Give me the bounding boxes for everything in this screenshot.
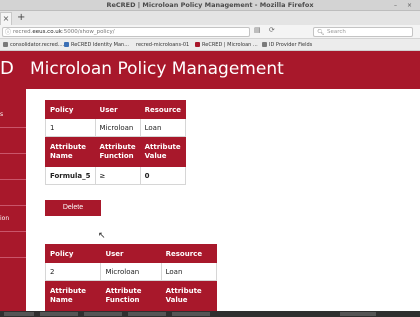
policy-table-1: Policy User Resource 1 Microloan Loan At…: [45, 100, 187, 185]
url-text: recred.eeus.co.uk:5000/show_policy/: [13, 29, 115, 35]
search-input[interactable]: 🔍︎ Search: [313, 27, 413, 37]
policy-id: 2: [44, 262, 102, 281]
close-window-button[interactable]: ×: [406, 2, 413, 9]
page-header: D Microloan Policy Management: [0, 51, 420, 89]
bookmark-favicon: [262, 42, 267, 47]
bookmark-favicon: [3, 42, 8, 47]
tab-bar: × +: [0, 11, 420, 25]
attribute-value: 0: [139, 166, 187, 185]
taskbar-item[interactable]: [172, 312, 210, 316]
bookmarks-bar: consolidator.recred.... ReCRED Identity …: [0, 39, 420, 51]
policy-user: Microloan: [100, 262, 162, 281]
sidebar-item[interactable]: [0, 180, 26, 206]
policy-header: Policy: [44, 244, 102, 263]
attribute-name-header: Attribute Name: [44, 280, 102, 311]
mouse-cursor-icon: ↖: [98, 231, 106, 241]
bookmark-item[interactable]: ReCRED | Microloan ...: [195, 41, 258, 49]
bookmark-favicon: [195, 42, 200, 47]
bookmark-item[interactable]: ReCRED Identity Man...: [64, 41, 129, 49]
sidebar-item[interactable]: ion: [0, 206, 26, 232]
taskbar-item[interactable]: [4, 312, 34, 316]
attribute-function: ≥: [94, 166, 141, 185]
attribute-value-header: Attribute Value: [139, 136, 187, 167]
taskbar-item[interactable]: [128, 312, 166, 316]
url-actions: ▤ ⟳: [254, 26, 281, 34]
sidebar-item[interactable]: s: [0, 102, 26, 128]
logo: D: [0, 58, 14, 79]
sidebar-item[interactable]: [0, 154, 26, 180]
info-icon[interactable]: ⓘ: [5, 28, 11, 37]
bookmark-item[interactable]: consolidator.recred....: [3, 41, 64, 49]
policy-resource: Loan: [139, 118, 187, 137]
attribute-name: Formula_5: [45, 166, 96, 185]
os-taskbar: [0, 311, 420, 317]
attribute-name-header: Attribute Name: [45, 136, 96, 167]
policy-header: Policy: [45, 100, 96, 119]
bookmark-item[interactable]: ID Provider Fields: [262, 41, 312, 49]
taskbar-item[interactable]: [84, 312, 122, 316]
policy-id: 1: [45, 118, 96, 137]
taskbar-item[interactable]: [340, 312, 376, 316]
search-icon: 🔍︎: [317, 29, 325, 36]
sidebar-item[interactable]: [0, 232, 26, 258]
taskbar-item[interactable]: [40, 312, 78, 316]
window-titlebar: ReCRED | Microloan Policy Management - M…: [0, 0, 420, 11]
new-tab-button[interactable]: +: [17, 11, 25, 25]
window-title: ReCRED | Microloan Policy Management - M…: [106, 1, 314, 9]
url-bar[interactable]: ⓘ recred.eeus.co.uk:5000/show_policy/: [2, 27, 250, 37]
delete-button[interactable]: Delete: [45, 200, 101, 216]
attribute-function-header: Attribute Function: [94, 136, 141, 167]
resource-header: Resource: [160, 244, 218, 263]
policy-resource: Loan: [160, 262, 218, 281]
user-header: User: [100, 244, 162, 263]
bookmark-favicon: [64, 42, 69, 47]
reader-view-icon[interactable]: ▤: [254, 26, 261, 34]
attribute-function-header: Attribute Function: [100, 280, 162, 311]
reload-icon[interactable]: ⟳: [269, 26, 275, 34]
navigation-toolbar: ⓘ recred.eeus.co.uk:5000/show_policy/ ▤ …: [0, 25, 420, 39]
sidebar-item[interactable]: [0, 128, 26, 154]
policy-table-2: Policy User Resource 2 Microloan Loan At…: [44, 244, 218, 311]
resource-header: Resource: [139, 100, 187, 119]
policy-user: Microloan: [94, 118, 141, 137]
search-placeholder: Search: [327, 29, 346, 35]
tab-close-button[interactable]: ×: [0, 12, 12, 25]
user-header: User: [94, 100, 141, 119]
page-title: Microloan Policy Management: [30, 59, 284, 79]
bookmark-item[interactable]: recred-microloans-01: [136, 41, 189, 49]
minimize-button[interactable]: –: [392, 2, 399, 9]
attribute-value-header: Attribute Value: [160, 280, 218, 311]
sidebar: s ion: [0, 89, 26, 317]
